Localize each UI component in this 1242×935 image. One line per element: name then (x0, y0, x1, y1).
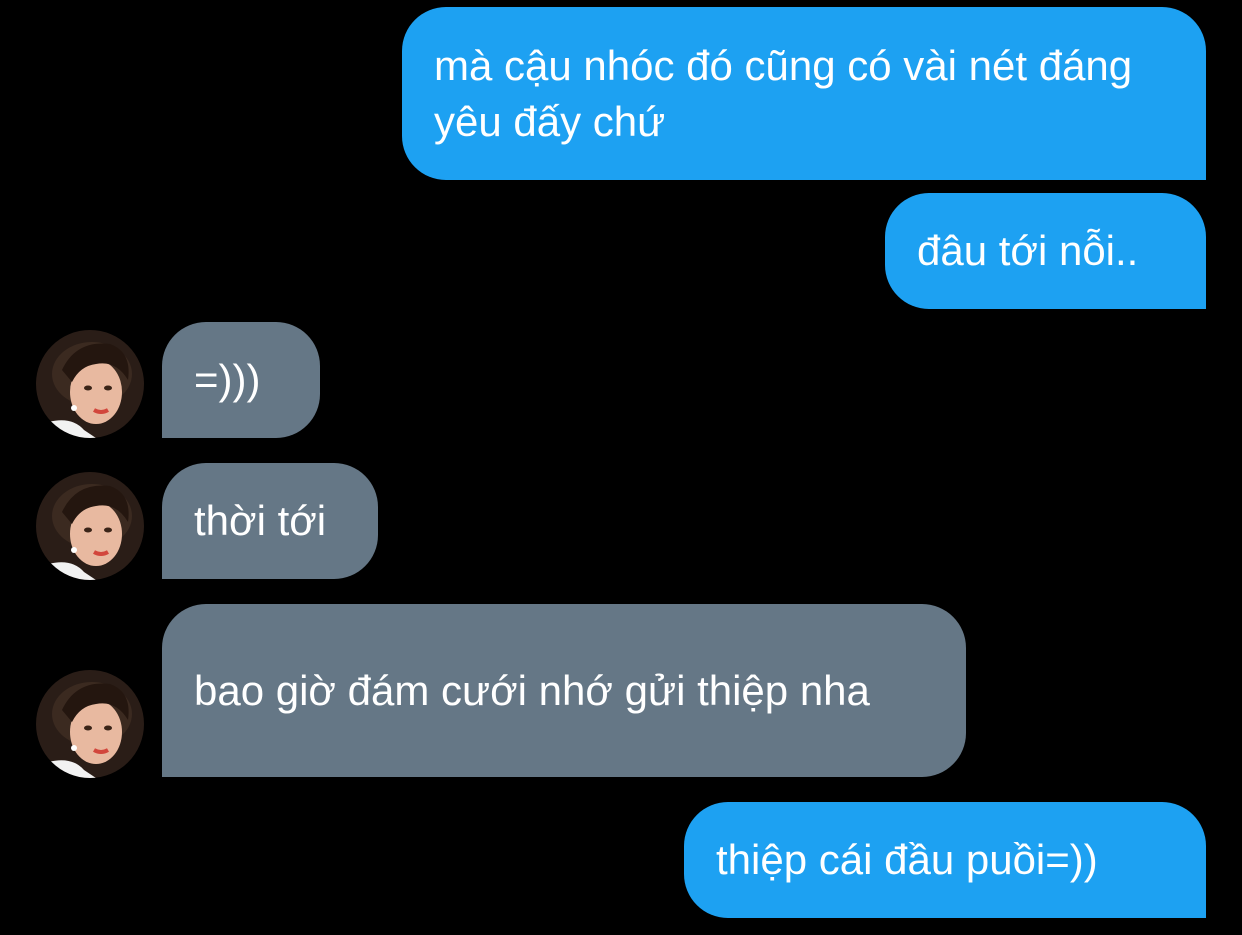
message-text: bao giờ đám cưới nhớ gửi thiệp nha (194, 666, 870, 714)
avatar[interactable] (36, 472, 144, 580)
message-bubble-sent[interactable]: mà cậu nhóc đó cũng có vài nét đáng yêu … (402, 7, 1206, 180)
message-text: đâu tới nỗi.. (917, 227, 1139, 274)
message-text: thiệp cái đầu puồi=)) (716, 836, 1098, 883)
message-text: mà cậu nhóc đó cũng có vài nét đáng yêu … (434, 41, 1144, 145)
message-bubble-sent[interactable]: đâu tới nỗi.. (885, 193, 1206, 309)
message-bubble-received[interactable]: =))) (162, 322, 320, 438)
message-bubble-received[interactable]: bao giờ đám cưới nhớ gửi thiệp nha (162, 604, 966, 777)
profile-photo-avatar-icon (36, 330, 144, 438)
message-bubble-sent[interactable]: thiệp cái đầu puồi=)) (684, 802, 1206, 918)
message-text: thời tới (194, 497, 327, 544)
profile-photo-avatar-icon (36, 670, 144, 778)
avatar[interactable] (36, 670, 144, 778)
message-text: =))) (194, 356, 261, 403)
profile-photo-avatar-icon (36, 472, 144, 580)
message-bubble-received[interactable]: thời tới (162, 463, 378, 579)
avatar[interactable] (36, 330, 144, 438)
